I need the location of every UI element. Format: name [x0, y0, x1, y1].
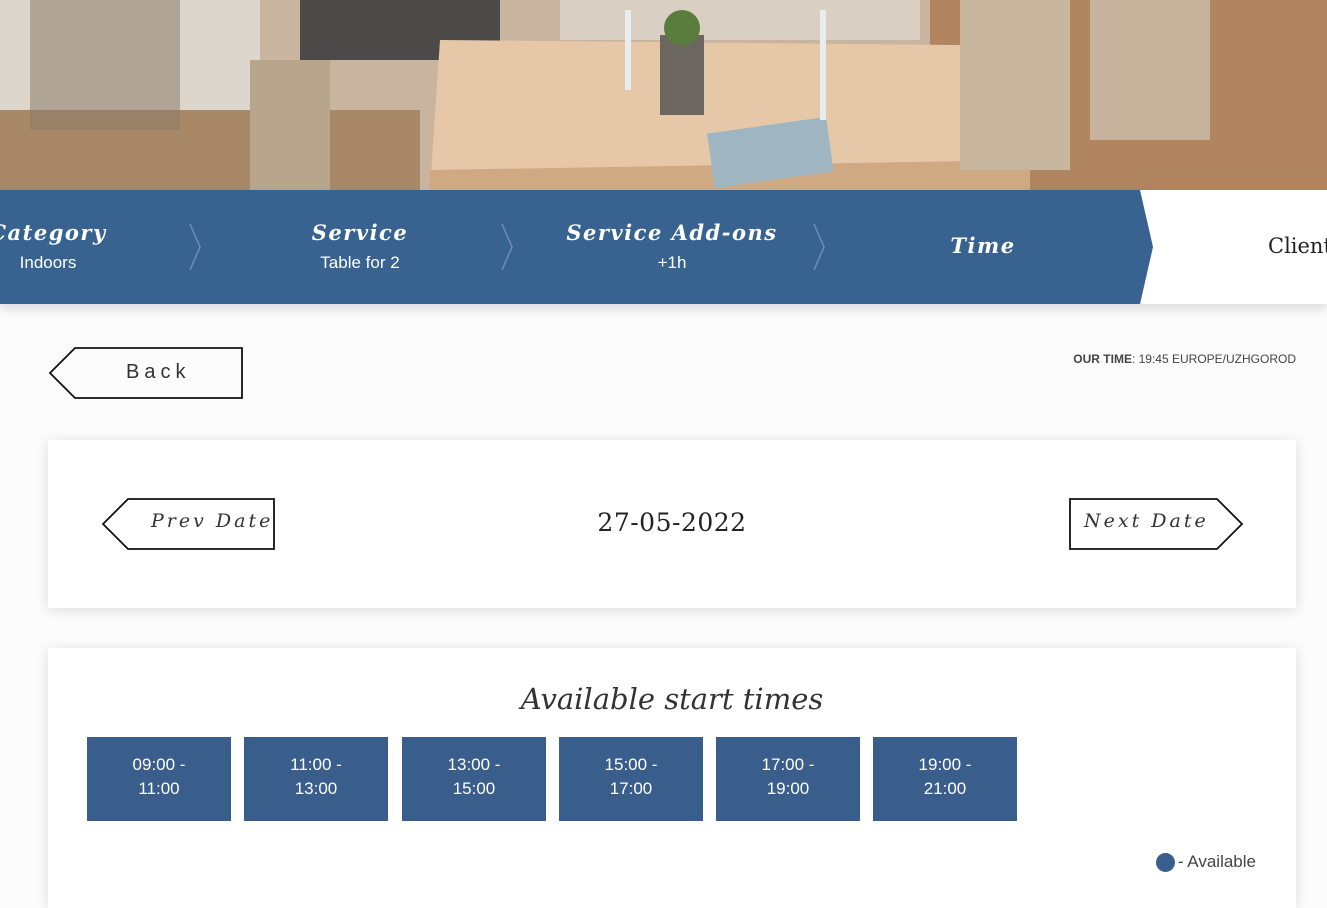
slot-end: 11:00	[138, 779, 180, 798]
next-date-label: Next Date	[1084, 510, 1209, 532]
next-date-button[interactable]: Next Date	[1069, 498, 1244, 552]
our-time-label: OUR TIME	[1073, 352, 1132, 366]
our-time-value: : 19:45 EUROPE/UZHGOROD	[1131, 352, 1296, 366]
step-time[interactable]: Time	[853, 190, 1113, 304]
time-slot[interactable]: 13:00 - 15:00	[402, 737, 546, 821]
step-title: Category	[0, 220, 107, 245]
step-title: Time	[950, 233, 1016, 258]
slot-end: 15:00	[452, 779, 496, 798]
step-service-addons[interactable]: Service Add-ons +1h	[542, 190, 802, 304]
our-time: OUR TIME: 19:45 EUROPE/UZHGOROD	[1073, 352, 1296, 366]
step-value: Indoors	[19, 253, 77, 272]
slot-end: 21:00	[923, 779, 967, 798]
slot-end: 19:00	[766, 779, 810, 798]
step-service[interactable]: Service Table for 2	[230, 190, 490, 304]
booking-steps: Category Indoors Service Table for 2 Ser…	[0, 190, 1327, 304]
slot-end: 13:00	[294, 779, 338, 798]
slot-start: 11:00 -	[290, 755, 342, 774]
slot-start: 17:00 -	[761, 755, 815, 774]
time-slot[interactable]: 15:00 - 17:00	[559, 737, 703, 821]
time-slot[interactable]: 19:00 - 21:00	[873, 737, 1017, 821]
date-card: Prev Date 27-05-2022 Next Date	[48, 440, 1296, 608]
slot-start: 13:00 -	[447, 755, 501, 774]
availability-legend: - Available	[1155, 852, 1256, 872]
legend-label: - Available	[1177, 852, 1256, 871]
slot-start: 15:00 -	[604, 755, 658, 774]
slot-start: 19:00 -	[918, 755, 972, 774]
back-label: Back	[126, 361, 191, 383]
step-category[interactable]: Category Indoors	[0, 190, 178, 304]
step-title: Service Add-ons	[566, 220, 778, 245]
back-button[interactable]: Back	[48, 347, 244, 400]
step-value: +1h	[657, 253, 687, 272]
time-slot[interactable]: 11:00 - 13:00	[244, 737, 388, 821]
step-client[interactable]: Client	[1268, 234, 1327, 258]
hero-image	[0, 0, 1327, 190]
step-title: Service	[311, 220, 409, 245]
times-title: Available start times	[520, 682, 824, 716]
available-dot-icon	[1155, 852, 1175, 872]
step-value: Table for 2	[320, 253, 400, 272]
restaurant-photo	[0, 0, 1327, 190]
time-slot[interactable]: 17:00 - 19:00	[716, 737, 860, 821]
times-card: Available start times 09:00 - 11:00 11:00…	[48, 648, 1296, 908]
slot-start: 09:00 -	[132, 755, 186, 774]
time-slot[interactable]: 09:00 - 11:00	[87, 737, 231, 821]
slot-end: 17:00	[609, 779, 653, 798]
